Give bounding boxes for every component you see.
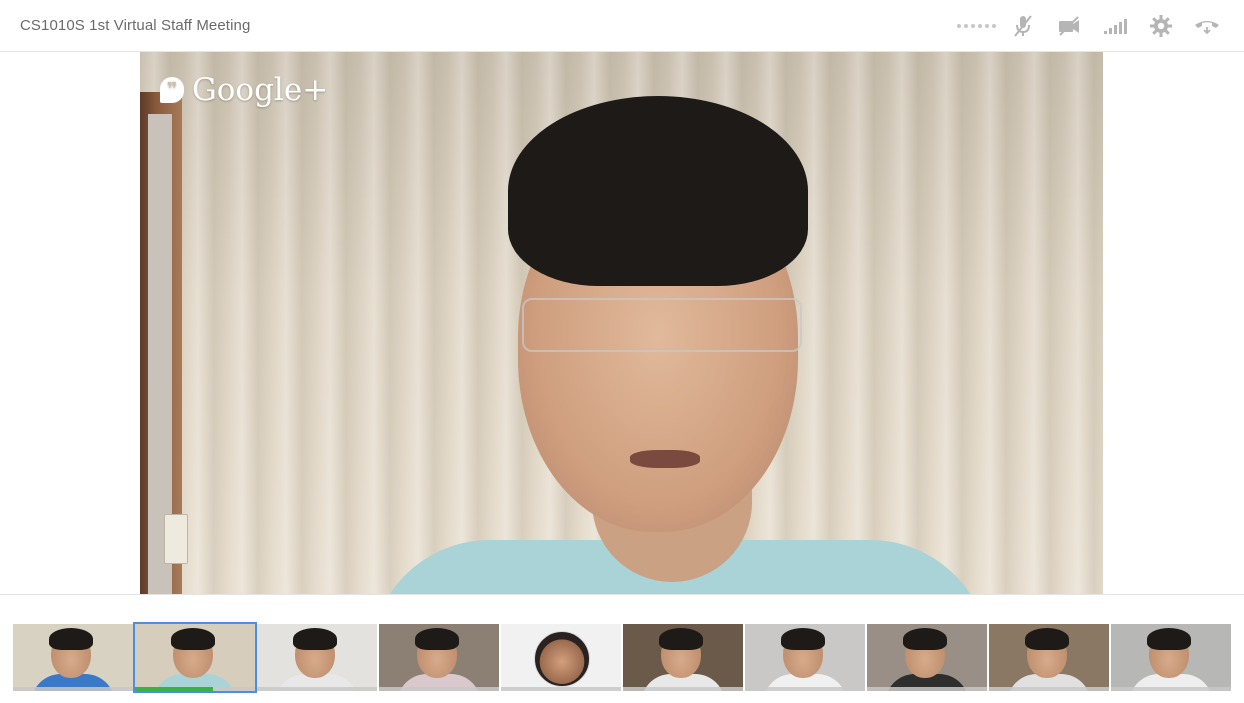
participant-hair: [1147, 628, 1191, 650]
participant-thumbnail[interactable]: [133, 622, 257, 693]
participant-thumbnail[interactable]: [257, 624, 377, 691]
volume-bar: [13, 687, 133, 691]
google-plus-watermark: ❞ Google+: [160, 72, 328, 108]
signal-bars-icon: [1103, 17, 1127, 35]
volume-bar: [501, 687, 621, 691]
hangout-toolbar: CS1010S 1st Virtual Staff Meeting: [0, 0, 1244, 52]
volume-bar: [1111, 687, 1231, 691]
camera-off-icon: [1057, 16, 1081, 36]
speaking-indicator: [135, 687, 213, 691]
participant-hair: [903, 628, 947, 650]
speaker-hair: [508, 96, 808, 286]
video-light-switch: [164, 514, 188, 564]
speaker-glasses: [522, 298, 802, 352]
participant-filmstrip: [13, 622, 1231, 693]
participant-thumbnail[interactable]: [1111, 624, 1231, 691]
gear-icon: [1150, 15, 1172, 37]
participant-thumbnail[interactable]: [501, 624, 621, 691]
hangouts-quote-icon: ❞: [160, 77, 184, 103]
volume-bar: [745, 687, 865, 691]
hang-up-button[interactable]: [1184, 12, 1230, 40]
participant-hair: [781, 628, 825, 650]
volume-bar: [623, 687, 743, 691]
volume-bar: [989, 687, 1109, 691]
more-dots-icon: [956, 23, 998, 29]
volume-bar: [257, 687, 377, 691]
settings-button[interactable]: [1138, 12, 1184, 40]
participant-thumbnail[interactable]: [13, 624, 133, 691]
mute-microphone-button[interactable]: [1000, 12, 1046, 40]
volume-bar: [379, 687, 499, 691]
participant-thumbnail[interactable]: [989, 624, 1109, 691]
watermark-text: Google+: [192, 72, 329, 108]
bandwidth-button[interactable]: [1092, 12, 1138, 40]
participant-thumbnail[interactable]: [745, 624, 865, 691]
participant-thumbnail[interactable]: [867, 624, 987, 691]
meeting-title: CS1010S 1st Virtual Staff Meeting: [20, 17, 251, 34]
more-button[interactable]: [954, 12, 1000, 40]
participant-thumbnail[interactable]: [379, 624, 499, 691]
speaker-mouth: [630, 450, 700, 468]
participant-thumbnail[interactable]: [623, 624, 743, 691]
participant-hair: [659, 628, 703, 650]
participant-hair: [1025, 628, 1069, 650]
hang-up-icon: [1193, 18, 1221, 34]
filmstrip-divider: [0, 594, 1244, 595]
main-video-feed: ❞ Google+: [140, 52, 1103, 594]
camera-toggle-button[interactable]: [1046, 12, 1092, 40]
mic-muted-icon: [1013, 14, 1033, 38]
participant-hair: [171, 628, 215, 650]
call-controls: [954, 12, 1230, 40]
volume-bar: [867, 687, 987, 691]
participant-hair: [49, 628, 93, 650]
participant-hair: [415, 628, 459, 650]
avatar: [534, 631, 590, 687]
participant-hair: [293, 628, 337, 650]
